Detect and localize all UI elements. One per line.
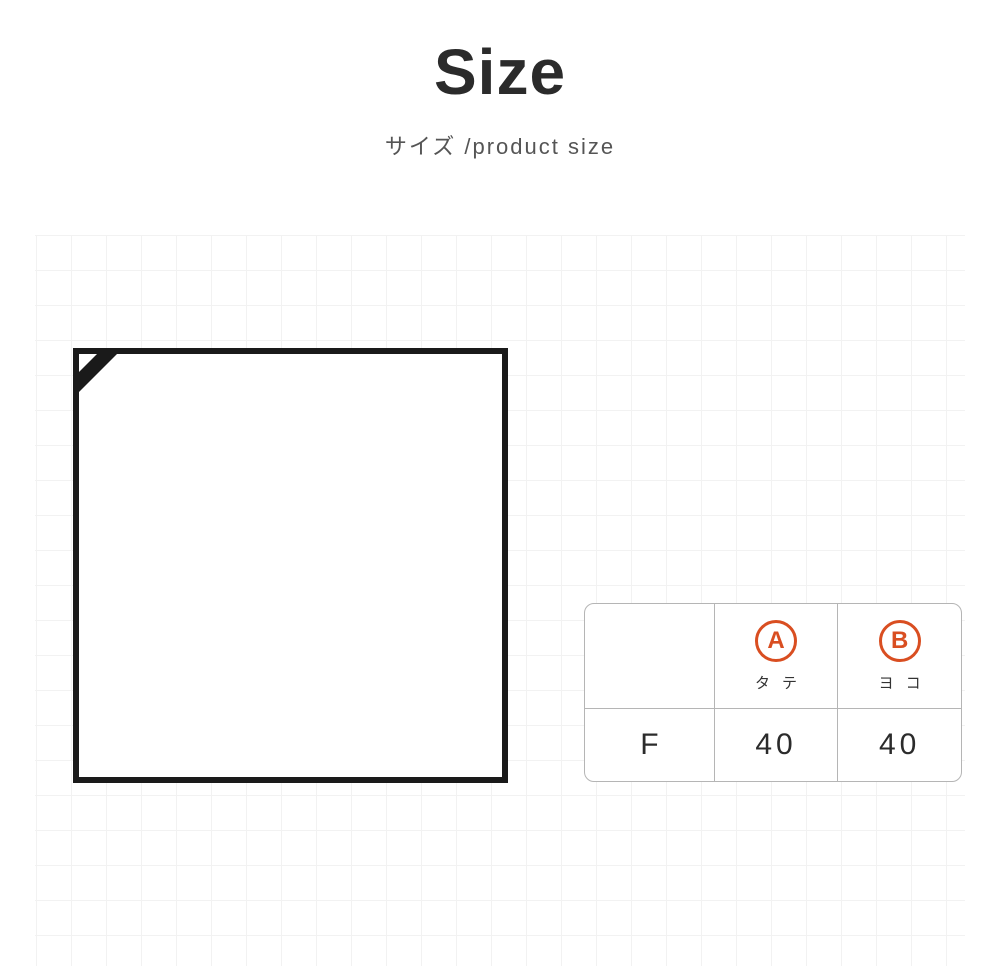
size-b-cell: 40: [837, 709, 961, 781]
size-b-value: 40: [879, 728, 920, 762]
table-header-b: B ヨコ: [837, 604, 961, 708]
grid-background: A タテ B ヨコ F 40 40: [0, 235, 1000, 966]
badge-b-icon: B: [879, 620, 921, 662]
size-a-value: 40: [755, 728, 796, 762]
size-label-cell: F: [585, 709, 714, 781]
table-header-empty: [585, 604, 714, 708]
label-yoko: ヨコ: [867, 672, 933, 693]
header: Size サイズ /product size: [0, 0, 1000, 196]
table-header-a: A タテ: [714, 604, 838, 708]
table-row: F 40 40: [585, 708, 961, 781]
page-subtitle: サイズ /product size: [0, 129, 1000, 161]
table-header-row: A タテ B ヨコ: [585, 604, 961, 708]
corner-fold-inner-icon: [79, 354, 97, 372]
product-outline: [73, 348, 508, 783]
size-label: F: [640, 728, 658, 762]
label-tate: タテ: [743, 672, 809, 693]
badge-a-icon: A: [755, 620, 797, 662]
size-table: A タテ B ヨコ F 40 40: [584, 603, 962, 782]
page-title: Size: [0, 35, 1000, 109]
size-a-cell: 40: [714, 709, 838, 781]
